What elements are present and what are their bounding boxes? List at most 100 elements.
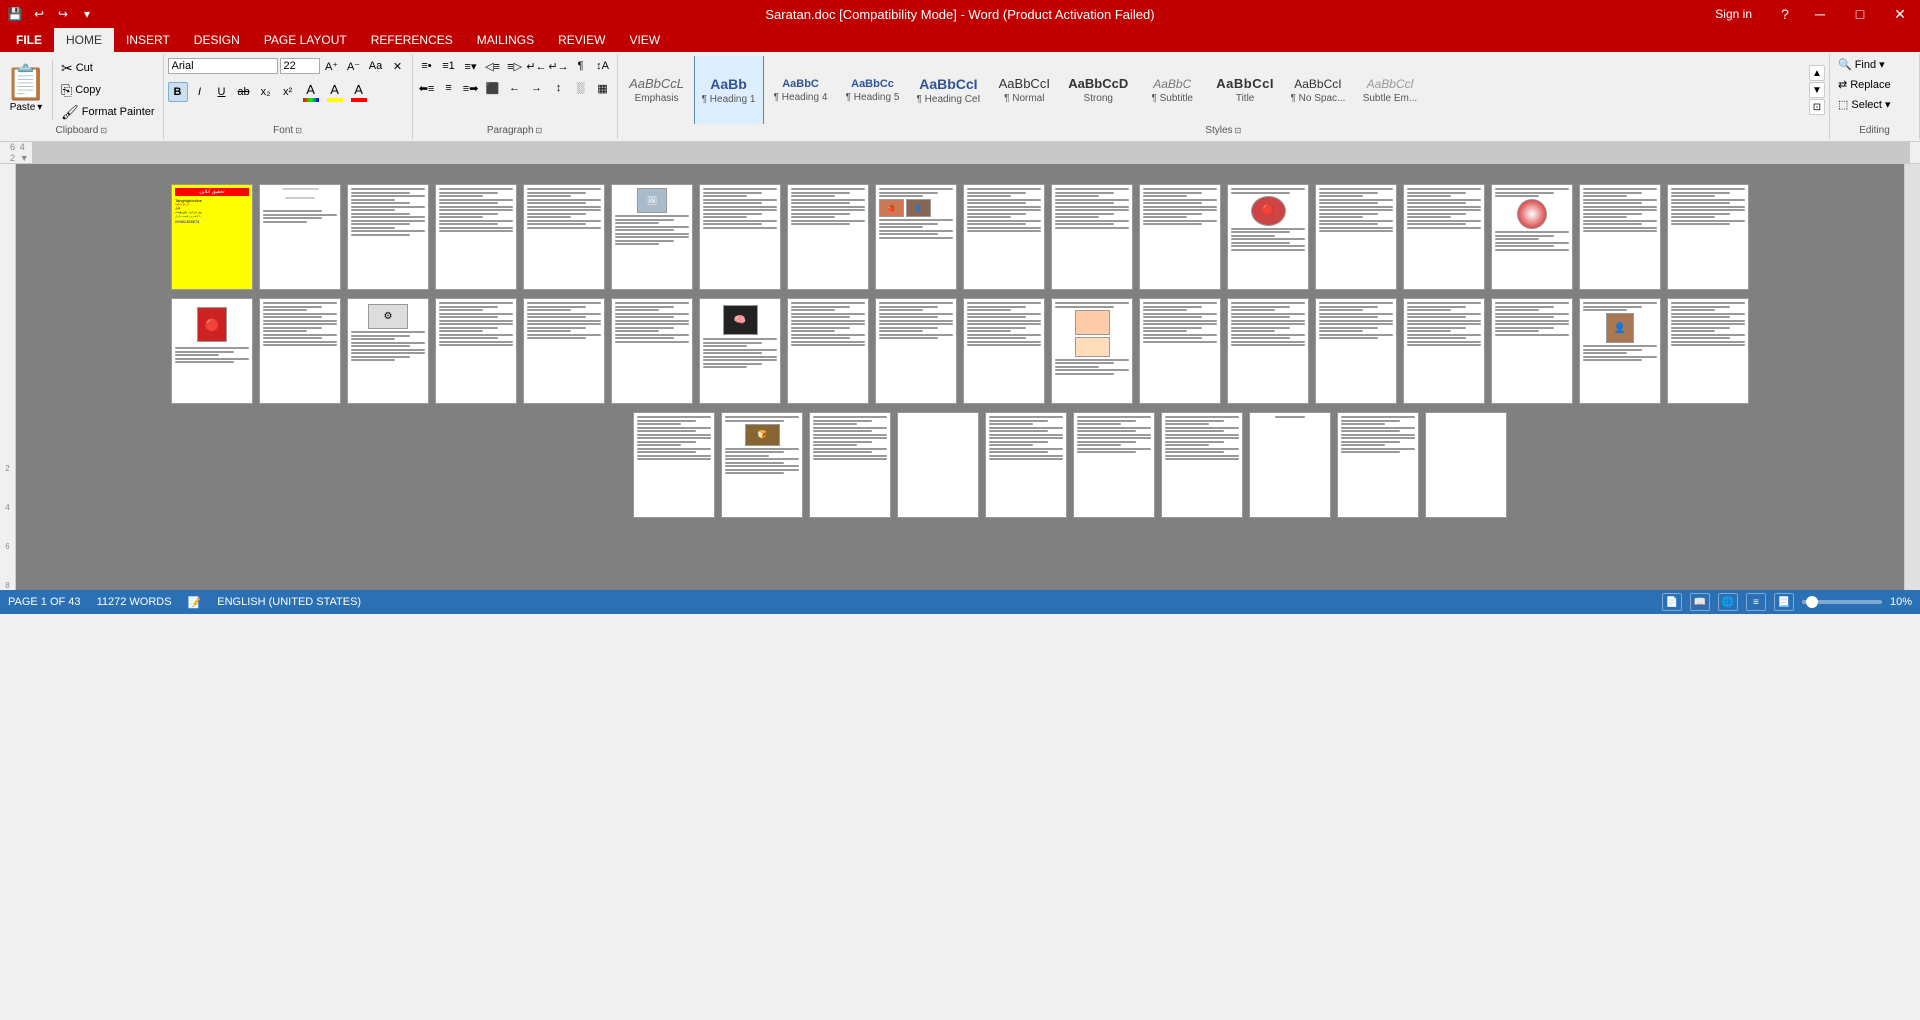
font-size-input[interactable]	[280, 58, 320, 74]
tab-home[interactable]: HOME	[54, 28, 114, 52]
page-thumbnail-38[interactable]: 🍞	[721, 412, 803, 518]
page-thumbnail-8[interactable]	[787, 184, 869, 290]
page-thumbnail-3[interactable]	[347, 184, 429, 290]
style-subtitle[interactable]: AaBbC ¶ Subtitle	[1137, 56, 1207, 124]
page-thumbnail-5[interactable]	[523, 184, 605, 290]
change-case-button[interactable]: Aa	[366, 56, 386, 76]
tab-page-layout[interactable]: PAGE LAYOUT	[252, 28, 359, 52]
document-area[interactable]: تحقیق آنلاین Tahghighonline مرجع دانلود …	[16, 164, 1904, 590]
zoom-thumb[interactable]	[1806, 596, 1818, 608]
decrease-indent-button[interactable]: ◁≡	[483, 56, 503, 76]
underline-button[interactable]: U	[212, 82, 232, 102]
outline-view-button[interactable]: ≡	[1746, 593, 1766, 611]
style-more[interactable]: ⊡	[1809, 99, 1825, 115]
minimize-button[interactable]: ─	[1800, 0, 1840, 28]
align-left-button[interactable]: ⬅≡	[417, 78, 437, 98]
page-thumbnail-2[interactable]	[259, 184, 341, 290]
style-scroll-down[interactable]: ▼	[1809, 82, 1825, 98]
select-button[interactable]: ⬚ Select ▾	[1834, 96, 1895, 113]
page-thumbnail-7[interactable]	[699, 184, 781, 290]
numbering-button[interactable]: ≡1	[439, 56, 459, 76]
read-mode-button[interactable]: 📖	[1690, 593, 1710, 611]
save-icon[interactable]: 💾	[4, 3, 26, 25]
style-heading-ci[interactable]: AaBbCcI ¶ Heading CeI	[910, 56, 988, 124]
page-thumbnail-11[interactable]	[1051, 184, 1133, 290]
style-title[interactable]: AaBbCcI Title	[1209, 56, 1281, 124]
redo-icon[interactable]: ↪	[52, 3, 74, 25]
page-thumbnail-37[interactable]	[633, 412, 715, 518]
page-thumbnail-14[interactable]	[1315, 184, 1397, 290]
show-hide-button[interactable]: ¶	[571, 56, 591, 76]
page-thumbnail-43[interactable]	[1161, 412, 1243, 518]
clear-formatting-button[interactable]: ✕	[388, 56, 408, 76]
web-layout-button[interactable]: 🌐	[1718, 593, 1738, 611]
vertical-scrollbar[interactable]	[1904, 164, 1920, 590]
page-thumbnail-39[interactable]	[809, 412, 891, 518]
style-strong[interactable]: AaBbCcD Strong	[1061, 56, 1135, 124]
help-button[interactable]: ?	[1770, 0, 1800, 28]
page-thumbnail-15[interactable]	[1403, 184, 1485, 290]
replace-button[interactable]: ⇄ Replace	[1834, 76, 1895, 93]
page-thumbnail-29[interactable]	[1051, 298, 1133, 404]
borders-button[interactable]: ▦	[593, 78, 613, 98]
page-thumbnail-34[interactable]	[1491, 298, 1573, 404]
page-thumbnail-22[interactable]	[435, 298, 517, 404]
find-button[interactable]: 🔍 Find ▾	[1834, 56, 1889, 73]
font-grow-button[interactable]: A⁺	[322, 56, 342, 76]
increase-indent-button[interactable]: ≡▷	[505, 56, 525, 76]
rtl-button[interactable]: ↵→	[549, 56, 569, 76]
page-thumbnail-10[interactable]	[963, 184, 1045, 290]
tab-review[interactable]: REVIEW	[546, 28, 617, 52]
undo-icon[interactable]: ↩	[28, 3, 50, 25]
rtl2-button[interactable]: →	[527, 78, 547, 98]
page-thumbnail-13[interactable]: 🔴	[1227, 184, 1309, 290]
strikethrough-button[interactable]: ab	[234, 82, 254, 102]
page-thumbnail-45[interactable]	[1337, 412, 1419, 518]
page-thumbnail-42[interactable]	[1073, 412, 1155, 518]
page-thumbnail-18[interactable]	[1667, 184, 1749, 290]
page-thumbnail-40[interactable]	[897, 412, 979, 518]
page-thumbnail-44[interactable]	[1249, 412, 1331, 518]
tab-file[interactable]: FILE	[4, 28, 54, 52]
sort-button[interactable]: ↕A	[593, 56, 613, 76]
font-color-button[interactable]: A	[348, 80, 370, 104]
line-spacing-button[interactable]: ↕	[549, 78, 569, 98]
page-thumbnail-30[interactable]	[1139, 298, 1221, 404]
ltr-button[interactable]: ↵←	[527, 56, 547, 76]
font-shrink-button[interactable]: A⁻	[344, 56, 364, 76]
style-heading1[interactable]: AaBb ¶ Heading 1	[694, 56, 764, 124]
page-thumbnail-24[interactable]	[611, 298, 693, 404]
page-thumbnail-32[interactable]	[1315, 298, 1397, 404]
print-layout-view-button[interactable]: 📄	[1662, 593, 1682, 611]
superscript-button[interactable]: x²	[278, 82, 298, 102]
justify-button[interactable]: ⬛	[483, 78, 503, 98]
format-painter-button[interactable]: 🖌 Format Painter	[57, 102, 159, 123]
text-effects-button[interactable]: A	[300, 80, 322, 104]
align-center-button[interactable]: ≡	[439, 78, 459, 98]
paragraph-expand-icon[interactable]: ⊡	[536, 126, 543, 135]
style-scroll-up[interactable]: ▲	[1809, 65, 1825, 81]
page-thumbnail-20[interactable]	[259, 298, 341, 404]
page-thumbnail-41[interactable]	[985, 412, 1067, 518]
tab-references[interactable]: REFERENCES	[359, 28, 465, 52]
style-subtleem[interactable]: AaBbCcl Subtle Em...	[1355, 56, 1425, 124]
page-thumbnail-26[interactable]	[787, 298, 869, 404]
subscript-button[interactable]: x₂	[256, 82, 276, 102]
close-button[interactable]: ✕	[1880, 0, 1920, 28]
page-thumbnail-4[interactable]	[435, 184, 517, 290]
maximize-button[interactable]: □	[1840, 0, 1880, 28]
style-heading5[interactable]: AaBbCc ¶ Heading 5	[838, 56, 908, 124]
page-thumbnail-1[interactable]: تحقیق آنلاین Tahghighonline مرجع دانلود …	[171, 184, 253, 290]
page-thumbnail-25[interactable]: 🧠	[699, 298, 781, 404]
shading-button[interactable]: ░	[571, 78, 591, 98]
draft-view-button[interactable]: 📃	[1774, 593, 1794, 611]
page-thumbnail-33[interactable]	[1403, 298, 1485, 404]
highlight-button[interactable]: A	[324, 80, 346, 104]
page-thumbnail-27[interactable]	[875, 298, 957, 404]
multilevel-button[interactable]: ≡▾	[461, 56, 481, 76]
styles-expand-icon[interactable]: ⊡	[1235, 126, 1242, 135]
tab-insert[interactable]: INSERT	[114, 28, 182, 52]
page-thumbnail-35[interactable]: 👤	[1579, 298, 1661, 404]
page-thumbnail-12[interactable]	[1139, 184, 1221, 290]
sign-in-button[interactable]: Sign in	[1707, 0, 1760, 28]
